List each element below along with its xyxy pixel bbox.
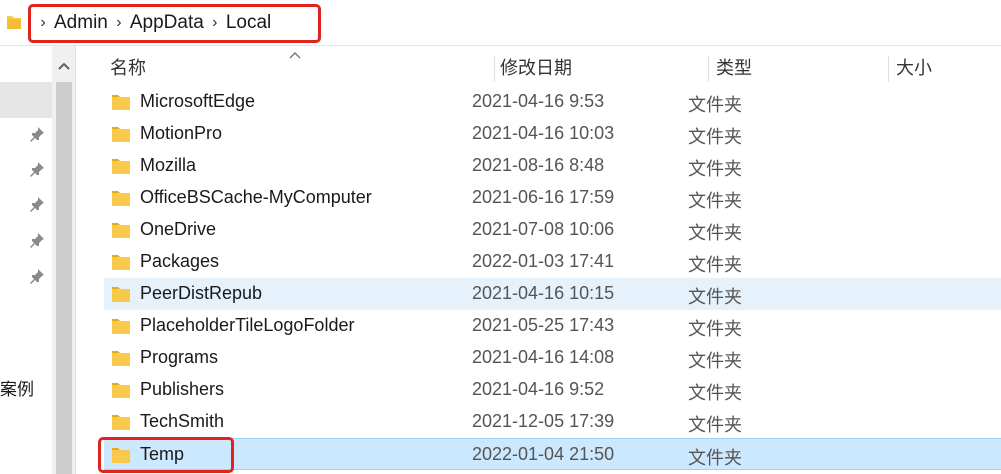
file-row[interactable]: PlaceholderTileLogoFolder 2021-05-25 17:4… [104, 310, 1001, 342]
file-modified-date: 2022-01-03 17:41 [472, 251, 615, 271]
file-row[interactable]: Programs 2021-04-16 14:08 文件夹 [104, 342, 1001, 374]
file-name[interactable]: Publishers [140, 379, 224, 400]
folder-icon [7, 16, 21, 29]
column-header-name[interactable]: 名称 [110, 54, 146, 80]
address-highlight-box [28, 4, 321, 43]
file-name[interactable]: OneDrive [140, 219, 216, 240]
folder-icon [112, 351, 130, 366]
file-row[interactable]: Mozilla 2021-08-16 8:48 文件夹 [104, 150, 1001, 182]
file-name[interactable]: TechSmith [140, 411, 224, 432]
file-row[interactable]: OfficeBSCache-MyComputer 2021-06-16 17:59… [104, 182, 1001, 214]
column-header-row: 名称 修改日期 类型 大小 [76, 46, 1001, 86]
file-type: 文件夹 [688, 127, 742, 148]
file-modified-date: 2021-07-08 10:06 [472, 219, 615, 239]
file-list: 名称 修改日期 类型 大小 MicrosoftEdge 2021-04-16 9:… [76, 46, 1001, 474]
file-modified-date: 2021-04-16 9:53 [472, 91, 605, 111]
file-type: 文件夹 [688, 448, 742, 469]
pin-icon[interactable] [29, 268, 45, 284]
file-modified-date: 2021-04-16 10:03 [472, 123, 615, 143]
pin-icon[interactable] [29, 232, 45, 248]
file-row[interactable]: Packages 2022-01-03 17:41 文件夹 [104, 246, 1001, 278]
nav-item-label[interactable]: 案例 [0, 375, 34, 400]
folder-icon [112, 383, 130, 398]
scrollbar-thumb[interactable] [56, 82, 72, 474]
folder-icon [112, 319, 130, 334]
folder-icon [112, 191, 130, 206]
nav-item-selected[interactable] [0, 82, 52, 118]
file-row[interactable]: Temp 2022-01-04 21:50 文件夹 [104, 438, 1001, 470]
file-type: 文件夹 [688, 223, 742, 244]
file-name[interactable]: Packages [140, 251, 219, 272]
file-type: 文件夹 [688, 351, 742, 372]
file-name[interactable]: Programs [140, 347, 218, 368]
folder-icon [112, 127, 130, 142]
column-header-type[interactable]: 类型 [716, 54, 752, 80]
file-row[interactable]: PeerDistRepub 2021-04-16 10:15 文件夹 [104, 278, 1001, 310]
pin-icon[interactable] [29, 126, 45, 142]
file-modified-date: 2021-05-25 17:43 [472, 315, 615, 335]
temp-highlight-box [98, 437, 234, 473]
folder-icon [112, 95, 130, 110]
file-modified-date: 2021-08-16 8:48 [472, 155, 605, 175]
column-header-size[interactable]: 大小 [896, 54, 932, 80]
file-modified-date: 2021-04-16 14:08 [472, 347, 615, 367]
file-name[interactable]: Mozilla [140, 155, 196, 176]
file-name[interactable]: OfficeBSCache-MyComputer [140, 187, 372, 208]
file-row[interactable]: Publishers 2021-04-16 9:52 文件夹 [104, 374, 1001, 406]
column-divider[interactable] [494, 56, 495, 82]
file-name[interactable]: MotionPro [140, 123, 222, 144]
scroll-up-arrow-icon[interactable] [52, 56, 76, 76]
file-type: 文件夹 [688, 287, 742, 308]
folder-icon [112, 255, 130, 270]
navigation-pane: 案例 [0, 46, 52, 474]
file-type: 文件夹 [688, 95, 742, 116]
pin-icon[interactable] [29, 196, 45, 212]
file-name[interactable]: PeerDistRepub [140, 283, 262, 304]
file-type: 文件夹 [688, 159, 742, 180]
sort-ascending-icon [289, 52, 301, 59]
file-name[interactable]: MicrosoftEdge [140, 91, 255, 112]
column-header-date[interactable]: 修改日期 [500, 54, 572, 80]
file-row[interactable]: MotionPro 2021-04-16 10:03 文件夹 [104, 118, 1001, 150]
file-row[interactable]: MicrosoftEdge 2021-04-16 9:53 文件夹 [104, 86, 1001, 118]
file-name[interactable]: PlaceholderTileLogoFolder [140, 315, 354, 336]
vertical-scrollbar[interactable] [52, 46, 76, 474]
column-divider[interactable] [888, 56, 889, 82]
file-modified-date: 2021-06-16 17:59 [472, 187, 615, 207]
file-type: 文件夹 [688, 383, 742, 404]
column-divider[interactable] [708, 56, 709, 82]
folder-icon [112, 415, 130, 430]
file-row[interactable]: TechSmith 2021-12-05 17:39 文件夹 [104, 406, 1001, 438]
folder-icon [112, 287, 130, 302]
file-row[interactable]: OneDrive 2021-07-08 10:06 文件夹 [104, 214, 1001, 246]
file-type: 文件夹 [688, 255, 742, 276]
file-modified-date: 2021-04-16 9:52 [472, 379, 605, 399]
file-modified-date: 2021-12-05 17:39 [472, 411, 615, 431]
file-type: 文件夹 [688, 319, 742, 340]
file-type: 文件夹 [688, 415, 742, 436]
file-modified-date: 2021-04-16 10:15 [472, 283, 615, 303]
folder-icon [112, 223, 130, 238]
file-modified-date: 2022-01-04 21:50 [472, 444, 615, 464]
pin-icon[interactable] [29, 161, 45, 177]
folder-icon [112, 159, 130, 174]
file-type: 文件夹 [688, 191, 742, 212]
